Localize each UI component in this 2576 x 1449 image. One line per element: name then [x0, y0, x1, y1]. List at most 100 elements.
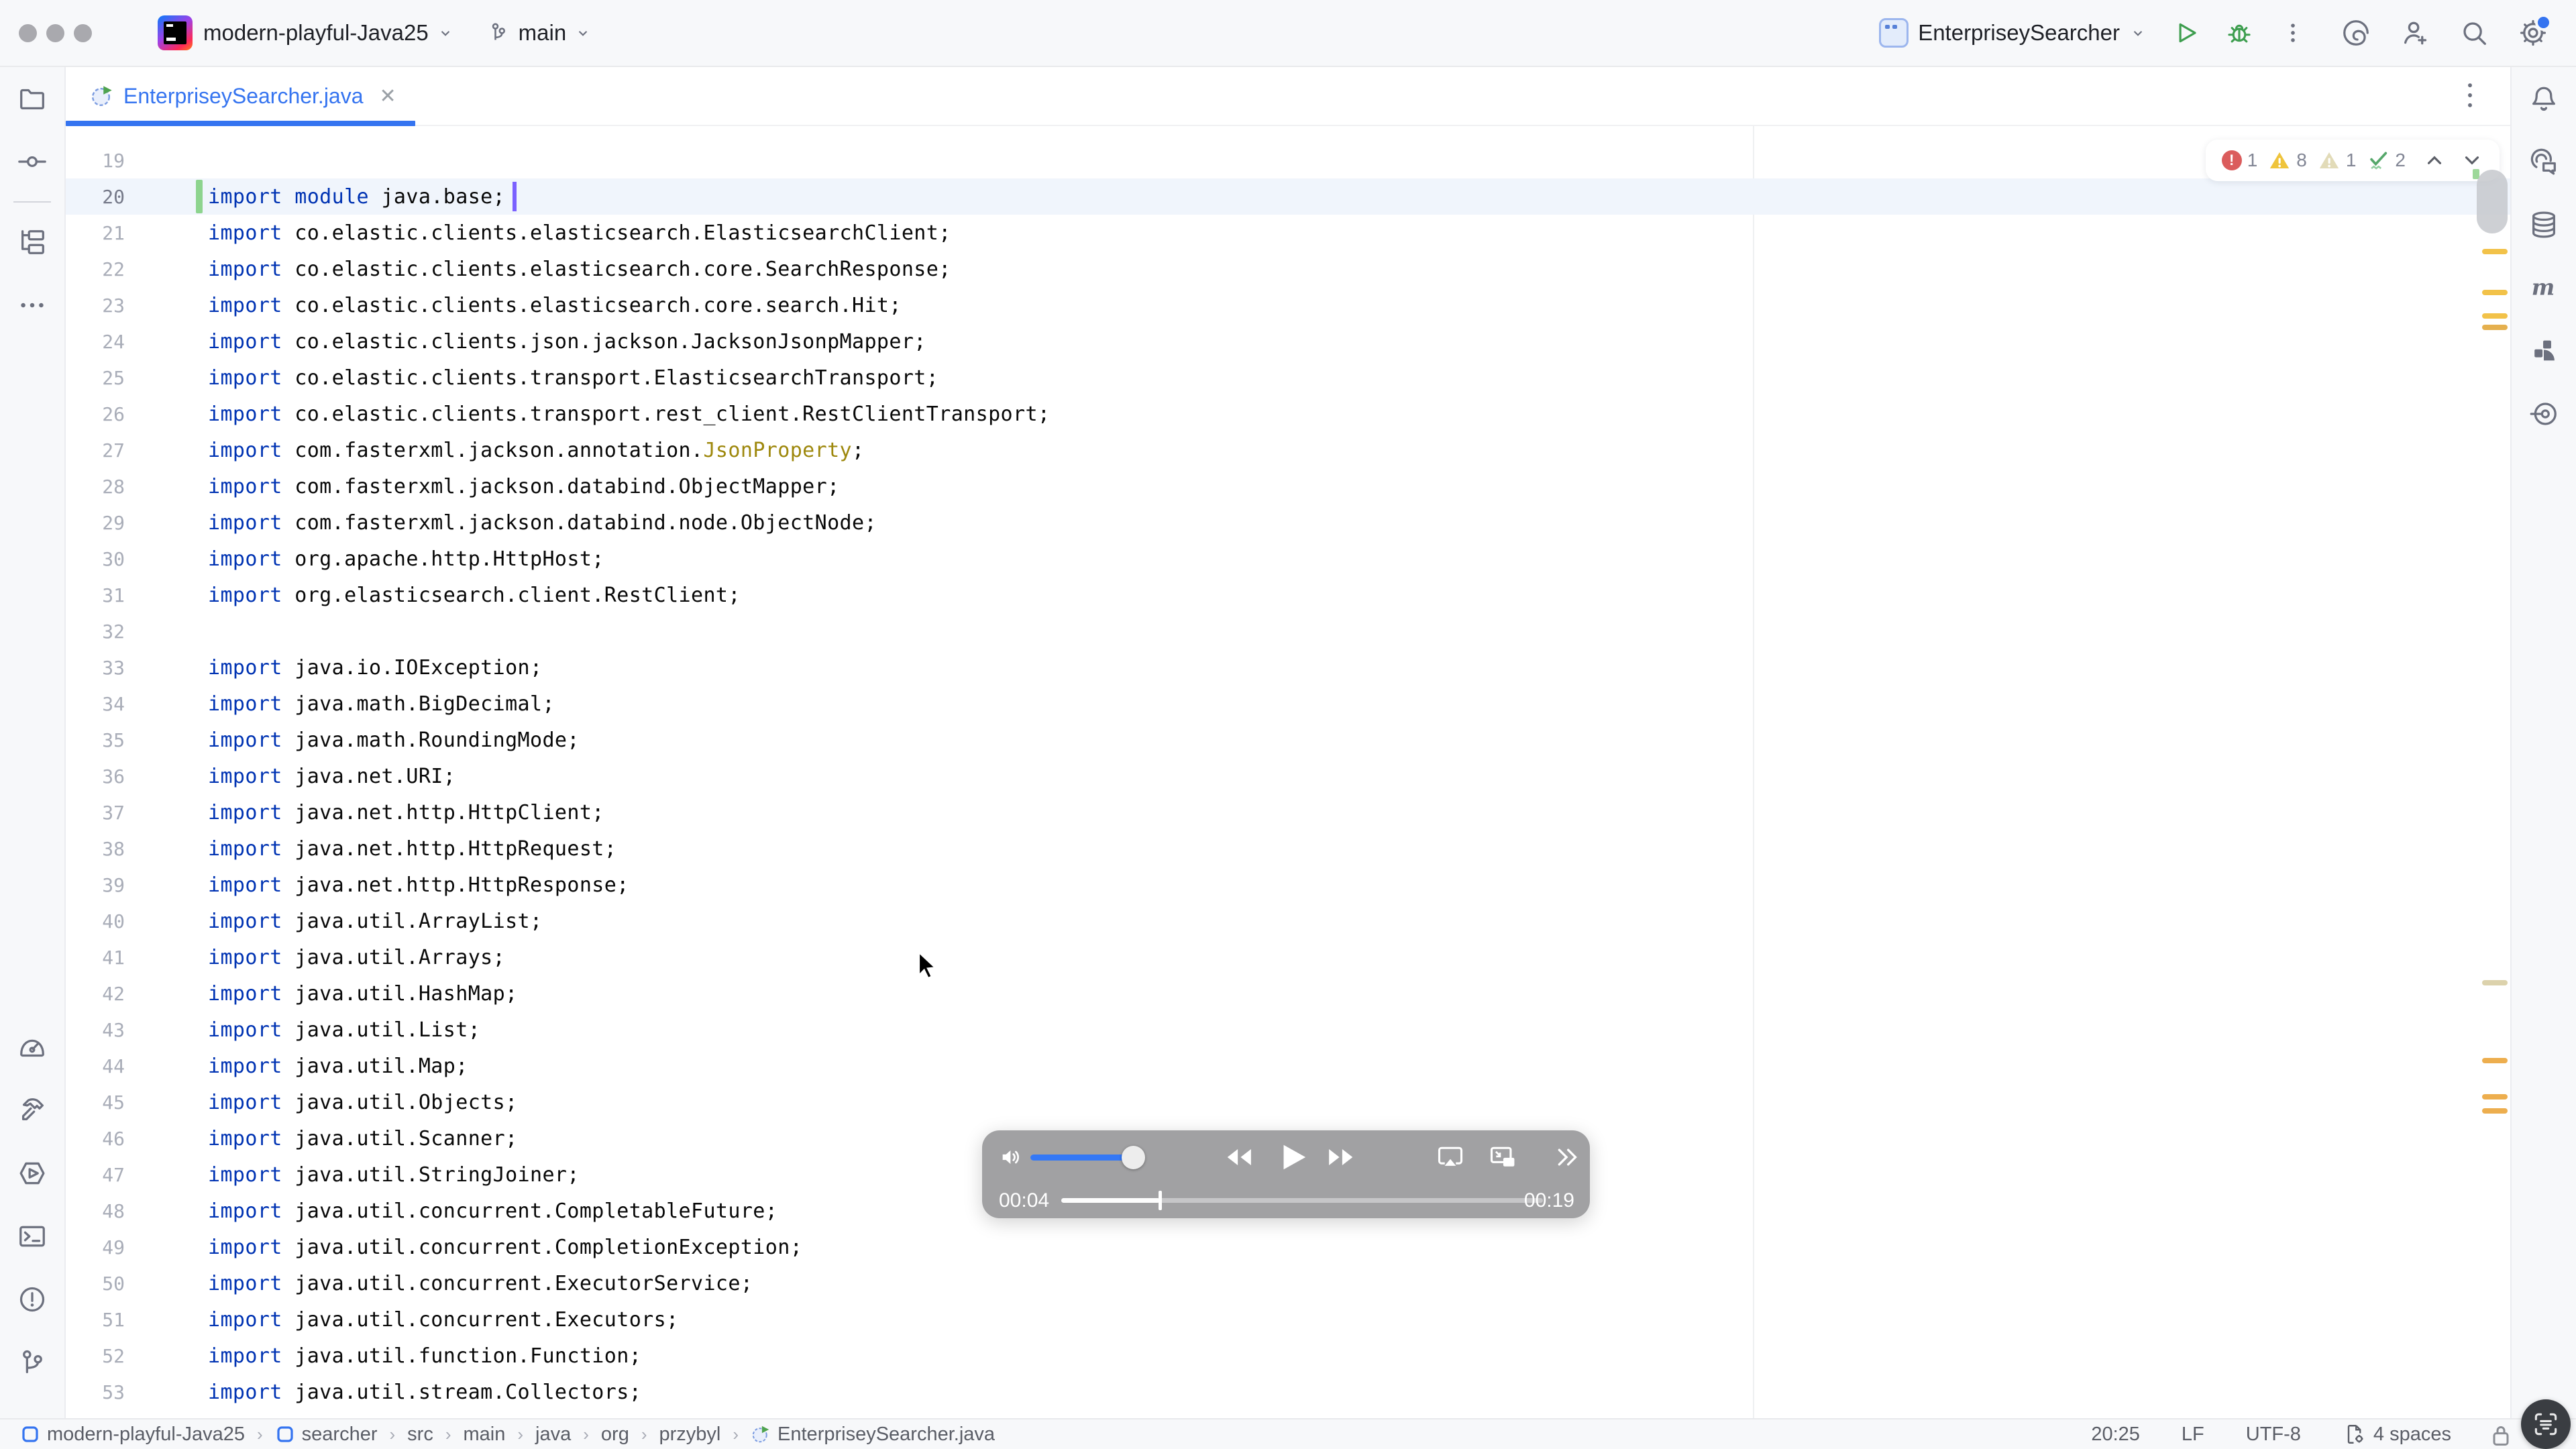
code-line[interactable]: 34import java.math.BigDecimal; — [66, 686, 2510, 722]
line-number[interactable]: 28 — [66, 476, 125, 498]
code-line[interactable]: 38import java.net.http.HttpRequest; — [66, 830, 2510, 867]
next-problem-icon[interactable] — [2461, 149, 2483, 172]
window-minimize-button[interactable] — [46, 24, 64, 42]
editor-scrollbar[interactable] — [2477, 170, 2508, 233]
line-number[interactable]: 53 — [66, 1381, 125, 1403]
line-number[interactable]: 23 — [66, 294, 125, 317]
code-line[interactable]: 39import java.net.http.HttpResponse; — [66, 867, 2510, 903]
debug-button[interactable] — [2219, 13, 2259, 53]
endpoints-button[interactable] — [2522, 392, 2565, 435]
line-number[interactable]: 41 — [66, 947, 125, 969]
breadcrumb-item[interactable]: modern-playful-Java25 — [20, 1424, 245, 1446]
search-everywhere-button[interactable] — [2454, 13, 2494, 53]
more-controls-button[interactable] — [1554, 1145, 1580, 1169]
error-stripe-mark[interactable] — [2482, 313, 2508, 319]
line-number[interactable]: 48 — [66, 1200, 125, 1222]
code-line[interactable]: 49import java.util.concurrent.Completion… — [66, 1229, 2510, 1265]
volume-knob[interactable] — [1122, 1146, 1145, 1169]
line-number[interactable]: 35 — [66, 729, 125, 751]
line-number[interactable]: 19 — [66, 150, 125, 172]
code-line[interactable]: 53import java.util.stream.Collectors; — [66, 1374, 2510, 1410]
line-ending-widget[interactable]: LF — [2182, 1424, 2204, 1446]
code-line[interactable]: 20import module java.base; — [66, 178, 2510, 215]
line-number[interactable]: 42 — [66, 983, 125, 1005]
code-line[interactable]: 30import org.apache.http.HttpHost; — [66, 541, 2510, 577]
seek-bar[interactable] — [1061, 1198, 1543, 1203]
code-line[interactable]: 43import java.util.List; — [66, 1012, 2510, 1048]
caret-position-widget[interactable]: 20:25 — [2091, 1424, 2140, 1446]
line-number[interactable]: 22 — [66, 258, 125, 280]
code-line[interactable]: 23import co.elastic.clients.elasticsearc… — [66, 287, 2510, 323]
error-stripe-mark[interactable] — [2482, 980, 2508, 985]
error-stripe-mark[interactable] — [2482, 249, 2508, 254]
breadcrumb-item[interactable]: java — [535, 1424, 571, 1446]
error-stripe-mark[interactable] — [2482, 1108, 2508, 1114]
tab-close-icon[interactable]: ✕ — [380, 85, 396, 108]
code-line[interactable]: 29import com.fasterxml.jackson.databind.… — [66, 504, 2510, 541]
code-line[interactable]: 31import org.elasticsearch.client.RestCl… — [66, 577, 2510, 613]
indent-widget[interactable]: 4 spaces — [2343, 1422, 2451, 1446]
line-number[interactable]: 26 — [66, 403, 125, 425]
line-number[interactable]: 24 — [66, 331, 125, 353]
code-line[interactable]: 50import java.util.concurrent.ExecutorSe… — [66, 1265, 2510, 1301]
line-number[interactable]: 27 — [66, 439, 125, 462]
profiler-button[interactable] — [11, 1026, 54, 1069]
code-line[interactable]: 27import com.fasterxml.jackson.annotatio… — [66, 432, 2510, 468]
database-button[interactable] — [2522, 203, 2565, 246]
terminal-button[interactable] — [11, 1215, 54, 1258]
structure-button[interactable] — [11, 221, 54, 264]
breadcrumb-item[interactable]: EnterpriseySearcher.java — [751, 1424, 995, 1446]
breadcrumb-item[interactable]: org — [601, 1424, 629, 1446]
breadcrumb-item[interactable]: searcher — [275, 1424, 378, 1446]
line-number[interactable]: 34 — [66, 693, 125, 715]
line-number[interactable]: 30 — [66, 548, 125, 570]
line-number[interactable]: 37 — [66, 802, 125, 824]
line-number[interactable]: 36 — [66, 765, 125, 788]
code-line[interactable]: 52import java.util.function.Function; — [66, 1338, 2510, 1374]
line-number[interactable]: 31 — [66, 584, 125, 606]
vcs-branch-widget[interactable]: main — [486, 20, 592, 46]
error-stripe-mark[interactable] — [2482, 1058, 2508, 1063]
play-button[interactable] — [1272, 1138, 1309, 1176]
error-count[interactable]: ! 1 — [2222, 150, 2258, 171]
breadcrumb-item[interactable]: przybyl — [659, 1424, 721, 1446]
code-line[interactable]: 22import co.elastic.clients.elasticsearc… — [66, 251, 2510, 287]
line-number[interactable]: 32 — [66, 621, 125, 643]
services-button[interactable] — [11, 1152, 54, 1195]
code-editor[interactable]: 1920import module java.base;21import co.… — [66, 126, 2510, 1418]
code-line[interactable]: 25import co.elastic.clients.transport.El… — [66, 360, 2510, 396]
line-number[interactable]: 33 — [66, 657, 125, 679]
breadcrumb-item[interactable]: src — [407, 1424, 433, 1446]
line-number[interactable]: 21 — [66, 222, 125, 244]
ai-chat-button[interactable] — [2522, 140, 2565, 183]
line-number[interactable]: 47 — [66, 1164, 125, 1186]
encoding-widget[interactable]: UTF-8 — [2246, 1424, 2301, 1446]
more-tools-button[interactable] — [11, 284, 54, 327]
plugins-button[interactable] — [2522, 329, 2565, 372]
code-line[interactable]: 28import com.fasterxml.jackson.databind.… — [66, 468, 2510, 504]
line-number[interactable]: 20 — [66, 186, 125, 208]
weak-warning-count[interactable]: 1 — [2318, 149, 2357, 172]
volume-button[interactable] — [998, 1144, 1025, 1171]
line-number[interactable]: 25 — [66, 367, 125, 389]
previous-problem-icon[interactable] — [2423, 149, 2446, 172]
commit-button[interactable] — [11, 140, 54, 183]
line-number[interactable]: 39 — [66, 874, 125, 896]
problems-button[interactable] — [11, 1278, 54, 1321]
code-line[interactable]: 19 — [66, 142, 2510, 178]
line-number[interactable]: 45 — [66, 1091, 125, 1114]
airplay-button[interactable] — [1436, 1142, 1465, 1172]
code-line[interactable]: 40import java.util.ArrayList; — [66, 903, 2510, 939]
run-button[interactable] — [2165, 13, 2206, 53]
pip-button[interactable] — [1488, 1142, 1517, 1172]
code-line[interactable]: 33import java.io.IOException; — [66, 649, 2510, 686]
media-player-overlay[interactable]: 00:04 00:19 — [982, 1130, 1590, 1218]
build-button[interactable] — [11, 1089, 54, 1132]
line-number[interactable]: 29 — [66, 512, 125, 534]
run-configuration-widget[interactable]: EnterpriseySearcher — [1879, 18, 2147, 48]
code-line[interactable]: 44import java.util.Map; — [66, 1048, 2510, 1084]
line-number[interactable]: 52 — [66, 1345, 125, 1367]
ai-assistant-button[interactable] — [2336, 13, 2376, 53]
line-number[interactable]: 38 — [66, 838, 125, 860]
typo-count[interactable]: 2 — [2367, 149, 2406, 172]
